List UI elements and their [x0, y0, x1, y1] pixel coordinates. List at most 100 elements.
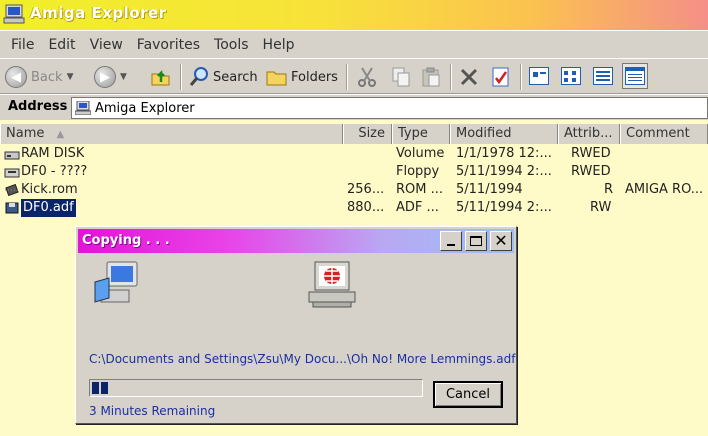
menu-bar: File Edit View Favorites Tools Help [0, 30, 708, 58]
close-button[interactable]: ✕ [490, 231, 512, 251]
folders-label: Folders [291, 69, 338, 85]
dialog-title: Copying . . . [82, 233, 170, 248]
menu-file[interactable]: File [4, 37, 41, 53]
properties-icon [492, 67, 509, 87]
menu-edit[interactable]: Edit [41, 37, 82, 53]
toolbar-separator [520, 64, 522, 90]
maximize-button[interactable] [465, 231, 487, 251]
address-bar: Address Amiga Explorer [0, 94, 708, 120]
row-type: ROM ... [396, 182, 444, 197]
search-icon [189, 67, 208, 86]
computer-icon [75, 101, 91, 115]
menu-help[interactable]: Help [256, 37, 302, 53]
cut-button[interactable] [356, 63, 378, 91]
column-name-label: Name [6, 126, 45, 141]
copy-path-text: C:\Documents and Settings\Zsu\My Docu...… [89, 352, 516, 366]
folder-icon [266, 71, 287, 86]
large-icons-view-icon [529, 67, 549, 85]
toolbar-separator [180, 64, 182, 90]
list-item-selected[interactable]: DF0.adf 880... ADF ... 5/11/1994 2:... R… [0, 199, 708, 217]
column-modified-label: Modified [456, 126, 512, 141]
scissors-icon [358, 67, 376, 87]
copy-icon [392, 67, 410, 87]
properties-button[interactable] [490, 63, 512, 91]
column-modified[interactable]: Modified [450, 124, 558, 144]
time-remaining-text: 3 Minutes Remaining [89, 404, 216, 418]
column-type-label: Type [398, 126, 428, 141]
floppy-drive-icon [4, 168, 20, 178]
row-type: Volume [396, 146, 445, 161]
folders-button[interactable]: Folders [266, 63, 338, 91]
small-icons-view-icon [561, 67, 581, 85]
address-input[interactable]: Amiga Explorer [71, 97, 708, 119]
progress-bar [89, 379, 423, 397]
close-icon: ✕ [494, 231, 508, 250]
delete-button[interactable] [458, 63, 480, 91]
delete-x-icon [460, 68, 478, 86]
chevron-down-icon[interactable]: ▼ [120, 72, 127, 82]
paste-button[interactable] [420, 63, 442, 91]
window-title: Amiga Explorer [30, 4, 167, 22]
view-list-button[interactable] [590, 63, 616, 89]
sort-ascending-icon: ▲ [56, 129, 65, 140]
column-attrib-label: Attrib... [564, 126, 613, 141]
view-small-icons-button[interactable] [558, 63, 584, 89]
toolbar: ◀ Back ▼ ▶ ▼ Search Folders [0, 58, 708, 94]
drive-icon [4, 151, 20, 160]
column-comment[interactable]: Comment [620, 124, 708, 144]
maximize-icon [470, 236, 482, 246]
column-attrib[interactable]: Attrib... [558, 124, 620, 144]
address-label: Address [8, 99, 68, 114]
toolbar-separator [346, 64, 348, 90]
cancel-button[interactable]: Cancel [433, 381, 503, 408]
column-type[interactable]: Type [392, 124, 450, 144]
copying-dialog: Copying . . . ✕ C:\Documents and Setting… [75, 226, 517, 424]
list-header: Name ▲ Size Type Modified Attrib... Comm… [0, 124, 708, 144]
row-comment: AMIGA RO... [625, 182, 704, 197]
up-folder-button[interactable] [150, 63, 172, 91]
chevron-down-icon[interactable]: ▼ [67, 72, 74, 82]
back-arrow-icon: ◀ [5, 66, 27, 88]
row-name-text: DF0.adf [20, 199, 76, 217]
minimize-button[interactable] [440, 231, 462, 251]
row-name-text: DF0 - ???? [21, 164, 88, 179]
progress-block [101, 382, 108, 394]
dialog-title-bar[interactable]: Copying . . . ✕ [78, 229, 514, 253]
row-modified: 5/11/1994 2:... [456, 164, 552, 179]
chip-icon [5, 184, 19, 196]
row-attrib: RW [590, 200, 612, 215]
row-attrib: R [604, 182, 614, 197]
title-bar[interactable]: Amiga Explorer [0, 0, 708, 30]
copy-button[interactable] [390, 63, 412, 91]
minimize-icon [447, 244, 455, 246]
view-details-button[interactable] [622, 63, 648, 89]
menu-tools[interactable]: Tools [207, 37, 256, 53]
menu-favorites[interactable]: Favorites [130, 37, 207, 53]
list-item[interactable]: DF0 - ???? Floppy 5/11/1994 2:... RWED [0, 163, 708, 181]
back-button[interactable]: ◀ Back ▼ [5, 63, 73, 91]
forward-button[interactable]: ▶ ▼ [94, 63, 127, 91]
column-size-label: Size [358, 126, 385, 141]
row-name: DF0.adf [4, 199, 76, 217]
list-item[interactable]: Kick.rom 256... ROM ... 5/11/1994 R AMIG… [0, 181, 708, 199]
address-value: Amiga Explorer [95, 100, 195, 116]
row-modified: 5/11/1994 2:... [456, 200, 552, 215]
toolbar-separator [450, 64, 452, 90]
row-modified: 1/1/1978 12:... [456, 146, 552, 161]
disk-image-icon [5, 202, 19, 214]
column-size[interactable]: Size [343, 124, 392, 144]
row-type: Floppy [396, 164, 440, 179]
search-button[interactable]: Search [188, 63, 258, 91]
row-name: DF0 - ???? [4, 163, 87, 181]
row-type: ADF ... [396, 200, 439, 215]
source-computer-icon [94, 261, 138, 303]
row-size: 256... [347, 182, 385, 197]
row-name-text: Kick.rom [21, 182, 78, 197]
back-label: Back [31, 69, 63, 85]
view-large-icons-button[interactable] [526, 63, 552, 89]
row-attrib: RWED [571, 146, 611, 161]
list-item[interactable]: RAM DISK Volume 1/1/1978 12:... RWED [0, 145, 708, 163]
column-name[interactable]: Name ▲ [0, 124, 343, 144]
menu-view[interactable]: View [83, 37, 130, 53]
up-folder-icon [151, 69, 170, 86]
